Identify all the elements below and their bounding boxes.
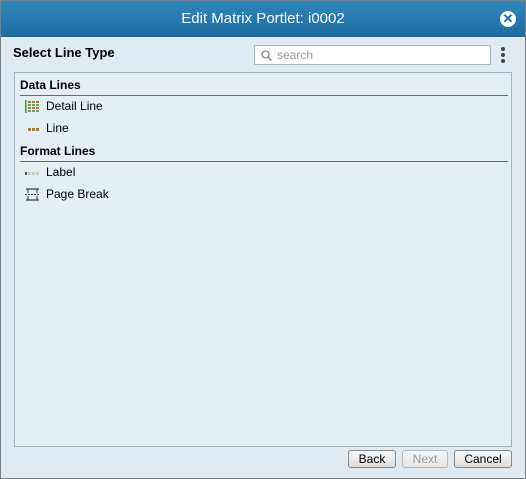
label-icon	[25, 172, 39, 175]
list-item-label: Line	[46, 121, 69, 135]
select-line-type-heading: Select Line Type	[13, 45, 115, 60]
edit-matrix-portlet-dialog: Edit Matrix Portlet: i0002 ✕ Select Line…	[0, 0, 526, 479]
page-break-icon	[25, 188, 40, 201]
detail-line-icon	[25, 100, 39, 113]
cancel-button[interactable]: Cancel	[454, 450, 512, 468]
search-icon	[261, 50, 272, 61]
search-input[interactable]	[277, 47, 485, 63]
dialog-title: Edit Matrix Portlet: i0002	[181, 10, 345, 27]
list-item-label-text: Label	[46, 165, 76, 179]
search-box[interactable]	[254, 45, 491, 65]
line-type-list: Data Lines Detail Line Line Format Lines	[14, 72, 512, 447]
close-icon[interactable]: ✕	[500, 11, 516, 27]
dialog-titlebar: Edit Matrix Portlet: i0002 ✕	[1, 1, 525, 37]
line-icon	[28, 128, 39, 131]
next-button[interactable]: Next	[402, 450, 448, 468]
list-item-label: Detail Line	[46, 99, 103, 113]
group-header-data-lines: Data Lines	[20, 78, 508, 96]
group-header-format-lines: Format Lines	[20, 144, 508, 162]
more-options-icon[interactable]	[499, 47, 507, 63]
list-item-label: Page Break	[46, 187, 109, 201]
back-button[interactable]: Back	[348, 450, 396, 468]
